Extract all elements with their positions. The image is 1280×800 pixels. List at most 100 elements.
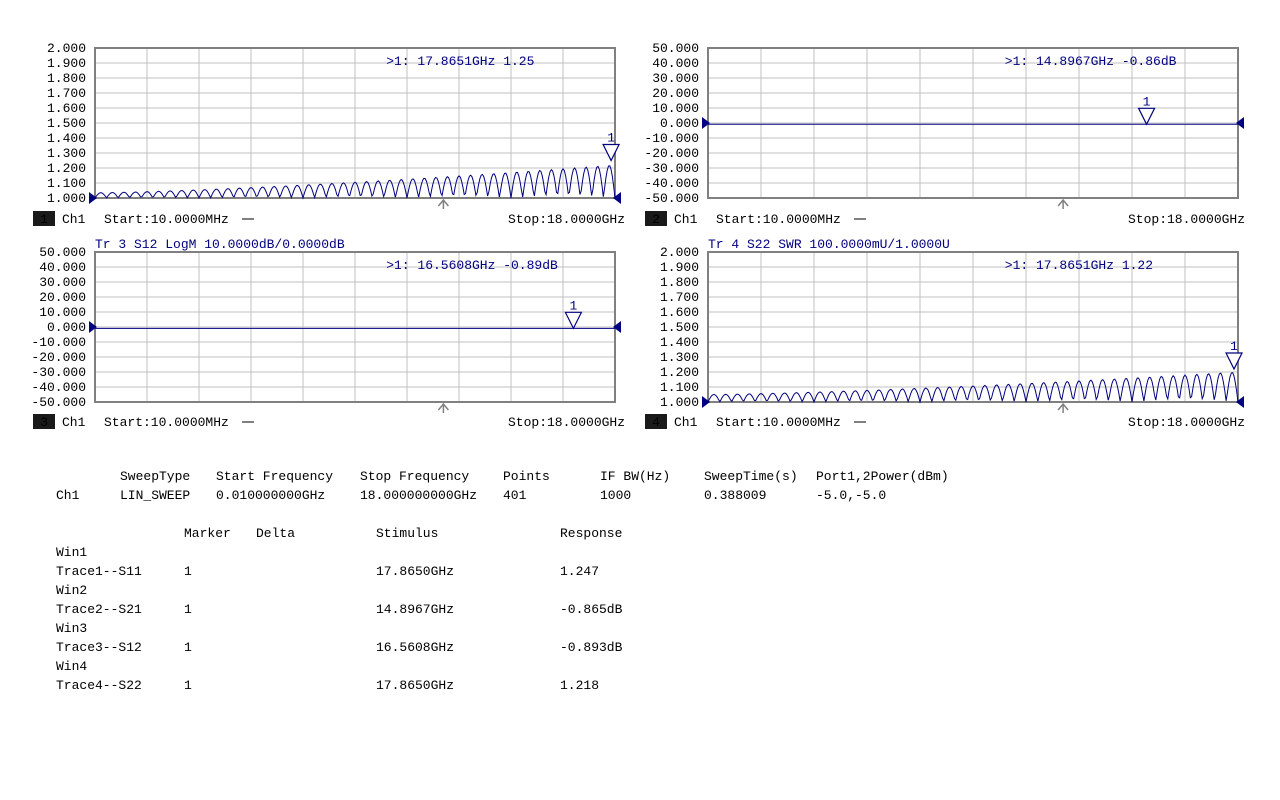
y-tick-label: -50.000 bbox=[644, 191, 699, 206]
y-tick-label: 1.200 bbox=[47, 161, 86, 176]
marker-header-delta: Delta bbox=[256, 526, 296, 541]
y-tick-label: 1.900 bbox=[660, 260, 699, 275]
y-tick-label: 1.800 bbox=[660, 275, 699, 290]
marker-header-marker: Marker bbox=[184, 526, 231, 541]
marker-number: 1 bbox=[184, 564, 192, 579]
sweep-value-sweeptime: 0.388009 bbox=[704, 488, 767, 503]
y-tick-label: 20.000 bbox=[39, 290, 86, 305]
window-number: 2 bbox=[652, 212, 660, 227]
y-tick-label: 0.000 bbox=[47, 320, 86, 335]
marker-win-label: Win4 bbox=[56, 659, 88, 674]
sweep-header-points: Points bbox=[503, 469, 550, 484]
marker-triangle bbox=[1225, 352, 1243, 371]
y-tick-label: 1.600 bbox=[660, 305, 699, 320]
chart-window-4: 2.0001.9001.8001.7001.6001.5001.4001.300… bbox=[645, 237, 1245, 430]
y-tick-label: -10.000 bbox=[644, 131, 699, 146]
stop-frequency-label: Stop:18.0000GHz bbox=[508, 212, 625, 227]
sweep-header-sweeptype: SweepType bbox=[120, 469, 191, 484]
marker-response: 1.218 bbox=[560, 678, 600, 693]
marker-readout: >1: 17.8651GHz 1.22 bbox=[1005, 258, 1153, 273]
y-tick-label: 1.600 bbox=[47, 101, 86, 116]
stop-frequency-label: Stop:18.0000GHz bbox=[1128, 212, 1245, 227]
marker-win-label: Win2 bbox=[56, 583, 88, 598]
sweep-value-ifbw: 1000 bbox=[600, 488, 632, 503]
y-tick-label: 1.500 bbox=[47, 116, 86, 131]
marker-response: -0.893dB bbox=[560, 640, 623, 655]
channel-label: Ch1 bbox=[62, 212, 86, 227]
y-tick-label: -20.000 bbox=[644, 146, 699, 161]
marker-number: 1 bbox=[184, 602, 192, 617]
sweep-channel: Ch1 bbox=[56, 488, 80, 503]
marker-response: 1.247 bbox=[560, 564, 600, 579]
marker-stimulus: 17.8650GHz bbox=[376, 564, 455, 579]
chart-window-1: 2.0001.9001.8001.7001.6001.5001.4001.300… bbox=[33, 41, 625, 227]
marker-header-response: Response bbox=[560, 526, 623, 541]
marker-win-label: Win3 bbox=[56, 621, 88, 636]
y-tick-label: 1.200 bbox=[660, 365, 699, 380]
y-tick-label: 20.000 bbox=[652, 86, 699, 101]
trace-title: Tr 4 S22 SWR 100.0000mU/1.0000U bbox=[708, 237, 950, 252]
center-arrow-icon bbox=[1057, 402, 1069, 413]
sweep-header-power: Port1,2Power(dBm) bbox=[816, 469, 949, 484]
marker-triangle bbox=[1137, 107, 1156, 126]
marker-readout: >1: 16.5608GHz -0.89dB bbox=[386, 258, 558, 273]
y-tick-label: -30.000 bbox=[31, 365, 86, 380]
sweep-value-power: -5.0,-5.0 bbox=[816, 488, 887, 503]
center-arrow-icon bbox=[437, 198, 449, 209]
y-tick-label: -20.000 bbox=[31, 350, 86, 365]
y-tick-label: 1.100 bbox=[47, 176, 86, 191]
sweep-header-ifbw: IF BW(Hz) bbox=[600, 469, 671, 484]
y-tick-label: 30.000 bbox=[652, 71, 699, 86]
chart-window-3: 50.00040.00030.00020.00010.0000.000-10.0… bbox=[31, 237, 625, 430]
marker-trace-label: Trace3--S12 bbox=[56, 640, 142, 655]
y-tick-label: 1.800 bbox=[47, 71, 86, 86]
marker-response: -0.865dB bbox=[560, 602, 623, 617]
y-tick-label: -40.000 bbox=[31, 380, 86, 395]
marker-number-label: 1 bbox=[1230, 339, 1238, 354]
channel-label: Ch1 bbox=[674, 415, 698, 430]
y-tick-label: -40.000 bbox=[644, 176, 699, 191]
marker-stimulus: 14.8967GHz bbox=[376, 602, 455, 617]
y-tick-label: 1.500 bbox=[660, 320, 699, 335]
y-tick-label: 1.300 bbox=[47, 146, 86, 161]
y-tick-label: 50.000 bbox=[39, 245, 86, 260]
marker-number: 1 bbox=[184, 640, 192, 655]
start-frequency-label: Start:10.0000MHz bbox=[716, 415, 841, 430]
marker-stimulus: 17.8650GHz bbox=[376, 678, 455, 693]
marker-number-label: 1 bbox=[569, 298, 577, 313]
y-tick-label: 1.700 bbox=[47, 86, 86, 101]
y-tick-label: 2.000 bbox=[660, 245, 699, 260]
marker-header-stimulus: Stimulus bbox=[376, 526, 439, 541]
y-tick-label: 10.000 bbox=[39, 305, 86, 320]
sweep-value-stop: 18.000000000GHz bbox=[360, 488, 478, 503]
y-tick-label: 1.400 bbox=[47, 131, 86, 146]
y-tick-label: 0.000 bbox=[660, 116, 699, 131]
sweep-value-start: 0.010000000GHz bbox=[216, 488, 326, 503]
y-tick-label: 50.000 bbox=[652, 41, 699, 56]
marker-number: 1 bbox=[184, 678, 192, 693]
sweep-value-sweeptype: LIN_SWEEP bbox=[120, 488, 191, 503]
y-tick-label: 1.100 bbox=[660, 380, 699, 395]
y-tick-label: 40.000 bbox=[652, 56, 699, 71]
y-tick-label: 40.000 bbox=[39, 260, 86, 275]
sweep-header-stop: Stop Frequency bbox=[360, 469, 470, 484]
y-tick-label: -10.000 bbox=[31, 335, 86, 350]
stop-frequency-label: Stop:18.0000GHz bbox=[508, 415, 625, 430]
y-tick-label: -30.000 bbox=[644, 161, 699, 176]
y-tick-label: 1.900 bbox=[47, 56, 86, 71]
y-tick-label: 30.000 bbox=[39, 275, 86, 290]
marker-trace-label: Trace1--S11 bbox=[56, 564, 142, 579]
start-frequency-label: Start:10.0000MHz bbox=[104, 415, 229, 430]
marker-stimulus: 16.5608GHz bbox=[376, 640, 455, 655]
y-tick-label: 10.000 bbox=[652, 101, 699, 116]
marker-trace-label: Trace4--S22 bbox=[56, 678, 142, 693]
marker-triangle bbox=[564, 311, 583, 330]
y-tick-label: 1.300 bbox=[660, 350, 699, 365]
marker-readout: >1: 17.8651GHz 1.25 bbox=[386, 54, 534, 69]
plot-area: 2.0001.9001.8001.7001.6001.5001.4001.300… bbox=[31, 41, 1245, 430]
stop-frequency-label: Stop:18.0000GHz bbox=[1128, 415, 1245, 430]
y-tick-label: 1.000 bbox=[660, 395, 699, 410]
marker-number-label: 1 bbox=[607, 131, 615, 146]
y-tick-label: 1.000 bbox=[47, 191, 86, 206]
chart-window-2: 50.00040.00030.00020.00010.0000.000-10.0… bbox=[644, 41, 1245, 227]
